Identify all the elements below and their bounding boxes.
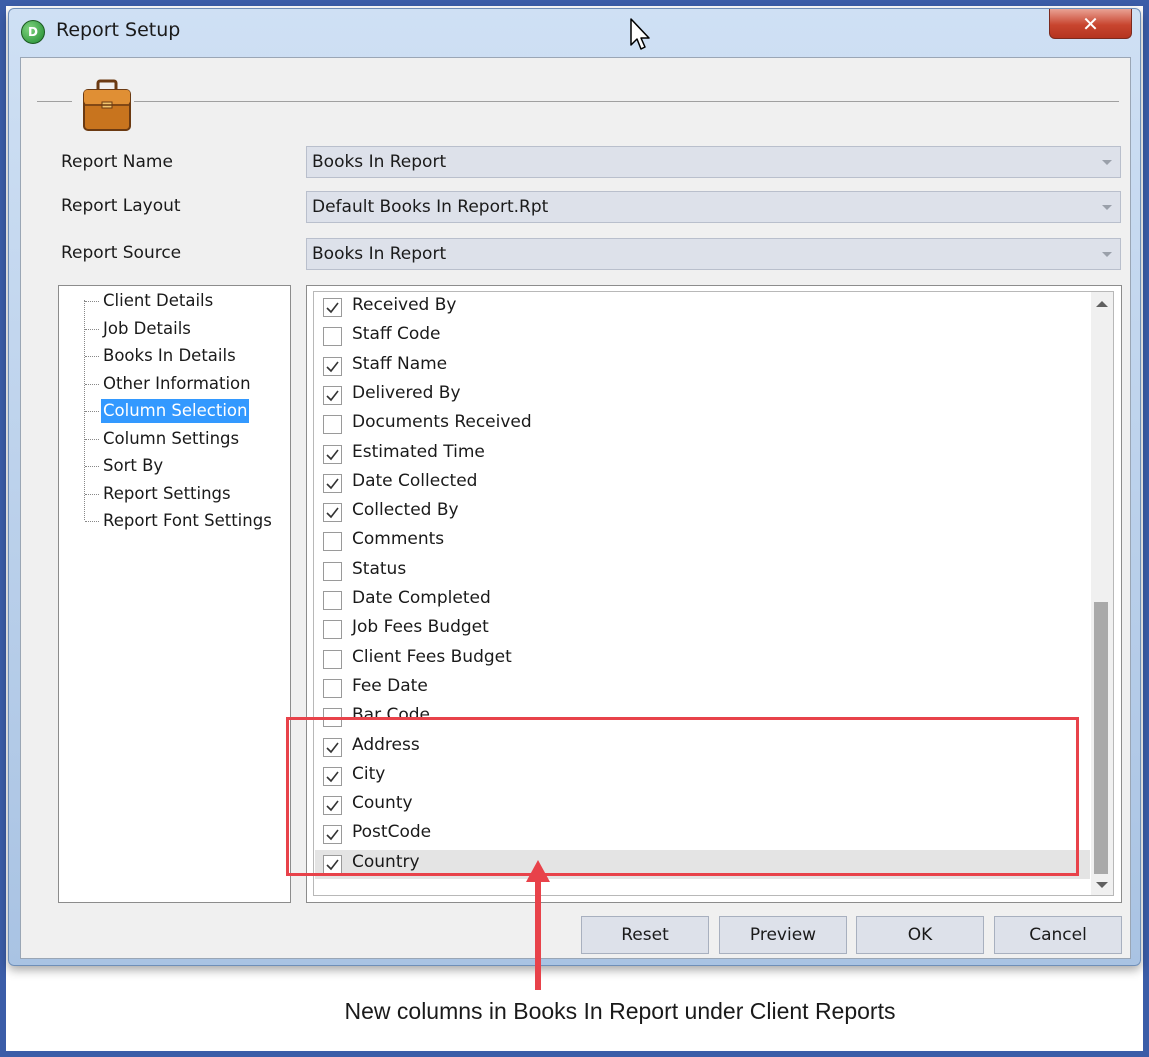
caption-area: New columns in Books In Report under Cli…	[0, 0, 1149, 1057]
figure-caption: New columns in Books In Report under Cli…	[344, 998, 896, 1024]
